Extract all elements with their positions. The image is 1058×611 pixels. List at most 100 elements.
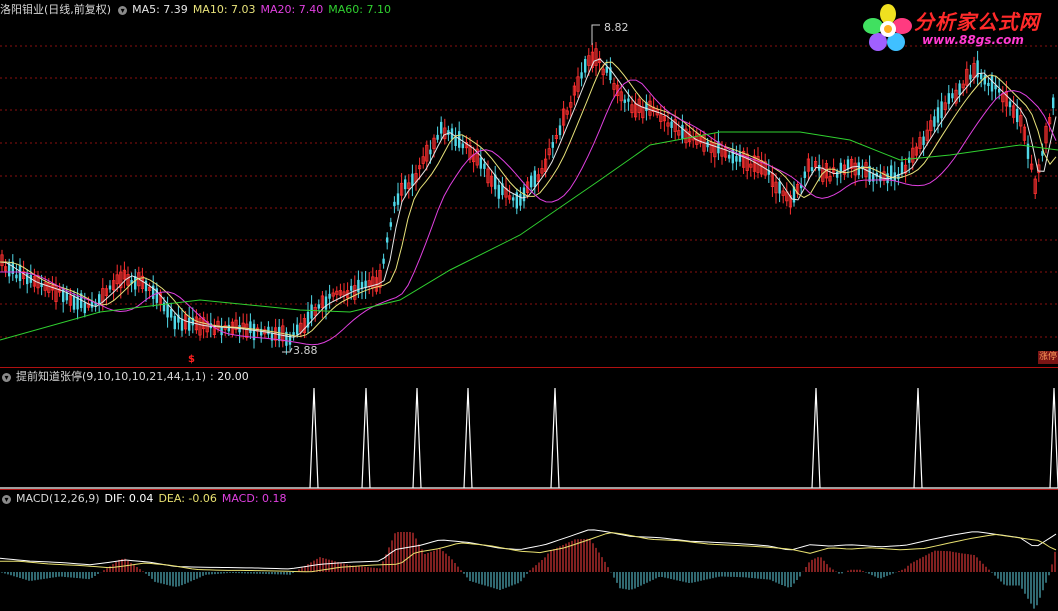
logo-title: 分析家公式网 — [914, 10, 1040, 34]
candle-body — [728, 154, 731, 159]
candle-body — [436, 134, 439, 140]
candle-body — [72, 295, 76, 310]
candle-body — [681, 124, 684, 139]
candle-body — [386, 237, 389, 243]
ma10-line — [0, 61, 1057, 337]
candle-body — [461, 143, 464, 149]
candle-body — [454, 137, 457, 146]
candle-body — [778, 181, 781, 194]
candle-body — [393, 201, 396, 207]
indicator-panel[interactable]: ▾ 提前知道张停(9,10,10,10,21,44,1,1): 20.00 — [0, 368, 1058, 489]
indicator-spike — [1049, 387, 1058, 489]
candle-body — [1016, 108, 1019, 123]
low-price-value: 3.88 — [293, 344, 318, 357]
candle-body — [980, 73, 983, 80]
candle-body — [144, 280, 148, 292]
candle-body — [328, 293, 331, 299]
candle-body — [479, 157, 482, 169]
indicator-spike — [412, 387, 422, 489]
buy-signal-text: $ — [188, 354, 195, 365]
candle-body — [940, 101, 943, 119]
candle-body — [580, 72, 583, 79]
candle-body — [173, 315, 176, 330]
indicator-chart[interactable] — [0, 368, 1058, 489]
candle-body — [530, 175, 533, 188]
candle-body — [317, 304, 320, 309]
low-price-label: 3.88 — [293, 344, 318, 357]
candle-body — [90, 301, 94, 308]
candle-body — [324, 296, 328, 310]
candle-body — [296, 324, 299, 335]
indicator-title: 提前知道张停(9,10,10,10,21,44,1,1) — [16, 370, 207, 383]
candle-body — [846, 159, 850, 170]
candle-body — [533, 170, 536, 188]
candle-body — [922, 136, 925, 146]
candle-body — [584, 59, 587, 73]
kline-panel[interactable]: 洛阳钼业(日线,前复权) ▾ MA5: 7.39 MA10: 7.03 MA20: 7.… — [0, 0, 1058, 367]
ma5-label: MA5: 7.39 — [132, 3, 188, 16]
candle-body — [382, 258, 385, 264]
candle-body — [166, 304, 169, 318]
candle-body — [497, 184, 500, 199]
candle-body — [735, 156, 738, 162]
indicator-spike — [361, 387, 371, 489]
candle-body — [627, 98, 630, 102]
candle-body — [278, 326, 281, 341]
flower-logo-icon — [863, 4, 912, 51]
candle-body — [1008, 101, 1012, 108]
candle-body — [990, 75, 994, 92]
macd-settings-icon[interactable]: ▾ — [2, 494, 11, 504]
macd-value: MACD: 0.18 — [221, 492, 287, 505]
main-header: 洛阳钼业(日线,前复权) ▾ MA5: 7.39 MA10: 7.03 MA20: 7.… — [0, 3, 396, 17]
candle-body — [360, 282, 364, 289]
macd-panel[interactable]: ▾ MACD(12,26,9) DIF: 0.04 DEA: -0.06 MACD: 0… — [0, 490, 1058, 611]
candle-body — [670, 121, 673, 128]
indicator-spike — [463, 387, 473, 489]
settings-toggle-icon[interactable]: ▾ — [118, 5, 128, 15]
indicator-spike — [913, 387, 923, 489]
candle-body — [483, 163, 486, 169]
stock-name: 洛阳钼业 — [0, 3, 44, 16]
site-logo: 分析家公式网 www.88gs.com — [860, 2, 1052, 54]
candle-body — [188, 317, 191, 331]
logo-url: www.88gs.com — [922, 33, 1024, 47]
candle-body — [389, 222, 392, 227]
candle-body — [1052, 97, 1055, 109]
candle-body — [900, 162, 904, 174]
ma60-line — [0, 131, 1058, 341]
high-price-label: 8.82 — [604, 21, 629, 34]
candle-body — [180, 318, 184, 331]
high-price-value: 8.82 — [604, 21, 629, 34]
macd-chart[interactable] — [0, 490, 1058, 611]
indicator-spike — [550, 387, 560, 489]
candle-body — [947, 93, 950, 104]
candle-body — [738, 152, 742, 162]
candle-body — [983, 75, 986, 85]
period-info: (日线,前复权) — [44, 3, 112, 16]
candle-body — [404, 179, 407, 190]
macd-dea: DEA: -0.06 — [158, 492, 217, 505]
candle-body — [429, 149, 432, 155]
candle-body — [836, 171, 839, 178]
dea-line — [0, 532, 1057, 573]
buy-signal-marker: $ — [188, 354, 195, 365]
candle-body — [839, 162, 842, 173]
candle-body — [18, 264, 22, 282]
high-pointer — [591, 24, 600, 45]
candle-body — [411, 173, 414, 186]
candle-body — [623, 99, 626, 103]
candle-body — [310, 304, 313, 319]
candle-body — [170, 308, 173, 318]
candle-body — [227, 324, 230, 332]
indicator-value: : 20.00 — [210, 370, 249, 383]
ma20-label: MA20: 7.40 — [260, 3, 324, 16]
candle-body — [810, 167, 814, 171]
candle-body — [98, 294, 101, 304]
candle-body — [987, 82, 990, 87]
candle-body — [605, 66, 608, 73]
kline-chart[interactable] — [0, 0, 1058, 367]
macd-title: MACD(12,26,9) — [16, 492, 100, 505]
indicator-settings-icon[interactable]: ▾ — [2, 372, 11, 382]
candle-body — [83, 302, 86, 314]
candle-body — [958, 83, 961, 95]
